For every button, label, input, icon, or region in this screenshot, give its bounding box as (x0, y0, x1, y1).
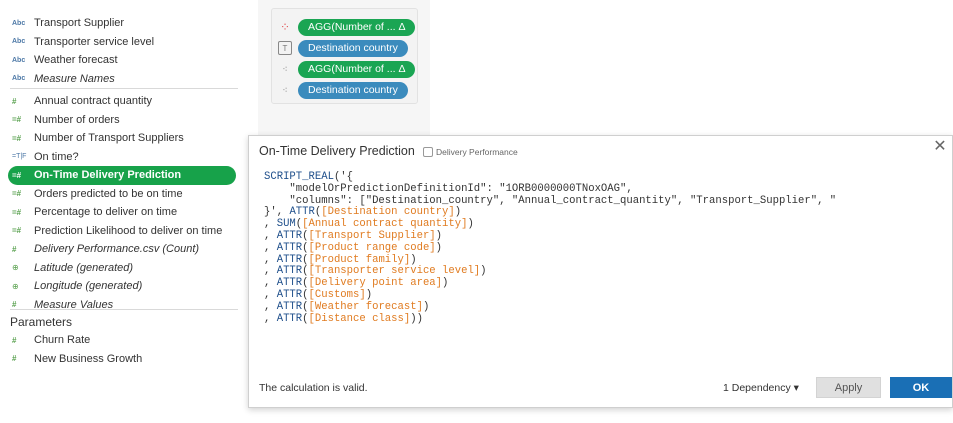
field-on-time[interactable]: =T|F On time? (10, 148, 246, 167)
apply-button[interactable]: Apply (816, 377, 881, 398)
field-longitude-generated[interactable]: ⊕ Longitude (generated) (10, 277, 246, 296)
string-type-icon: Abc (12, 56, 26, 64)
divider (10, 88, 238, 89)
ok-button[interactable]: OK (890, 377, 952, 398)
detail-icon[interactable]: ⁖ (278, 62, 292, 76)
mark-row-color: ⁘ AGG(Number of ... Δ (278, 18, 416, 36)
mark-pill-destination-country[interactable]: Destination country (298, 39, 408, 57)
calculated-number-icon: =# (12, 207, 22, 217)
field-measure-values[interactable]: # Measure Values (10, 296, 246, 315)
calculated-number-icon: =# (12, 115, 22, 125)
divider (10, 309, 238, 310)
text-icon[interactable]: T (278, 41, 292, 55)
database-icon (423, 147, 433, 157)
mark-pill-destination-country[interactable]: Destination country (298, 81, 408, 99)
data-source-label: Delivery Performance (423, 147, 518, 157)
field-annual-contract-quantity[interactable]: # Annual contract quantity (10, 92, 246, 111)
marks-card: ⁘ AGG(Number of ... Δ T Destination coun… (271, 8, 418, 104)
calculated-number-icon: =# (12, 226, 22, 236)
number-type-icon: # (12, 244, 17, 254)
calculated-number-icon: =# (12, 170, 22, 180)
field-percentage-to-deliver-on-time[interactable]: =# Percentage to deliver on time (10, 203, 246, 222)
code-line: , ATTR([Distance class])) (264, 312, 423, 325)
mark-pill-agg-number[interactable]: AGG(Number of ... Δ (298, 60, 416, 78)
mark-row-detail: ⁖ Destination country (278, 81, 408, 99)
globe-icon: ⊕ (12, 281, 19, 291)
field-measure-names[interactable]: Abc Measure Names (10, 70, 246, 89)
number-type-icon: # (12, 300, 17, 310)
mark-row-text: T Destination country (278, 39, 408, 57)
field-number-of-transport-suppliers[interactable]: =# Number of Transport Suppliers (10, 129, 246, 148)
string-type-icon: Abc (12, 75, 26, 83)
dialog-title: On-Time Delivery Prediction (259, 144, 415, 158)
code-line: "modelOrPredictionDefinitionId": "1ORB00… (264, 182, 633, 195)
mark-pill-agg-number[interactable]: AGG(Number of ... Δ (298, 18, 416, 36)
parameter-churn-rate[interactable]: # Churn Rate (10, 331, 246, 350)
close-icon[interactable]: ✕ (932, 139, 948, 156)
string-type-icon: Abc (12, 19, 26, 27)
validation-status: The calculation is valid. (259, 382, 368, 394)
parameters-header: Parameters (10, 315, 73, 329)
field-number-of-orders[interactable]: =# Number of orders (10, 111, 246, 130)
formula-editor[interactable]: SCRIPT_REAL('{ "modelOrPredictionDefinit… (264, 171, 952, 325)
field-on-time-delivery-prediction[interactable]: =# On-Time Delivery Prediction (8, 166, 236, 185)
field-orders-predicted-on-time[interactable]: =# Orders predicted to be on time (10, 185, 246, 204)
color-icon[interactable]: ⁘ (278, 20, 292, 34)
calculation-dialog: On-Time Delivery Prediction Delivery Per… (248, 135, 953, 408)
field-delivery-performance-count[interactable]: # Delivery Performance.csv (Count) (10, 240, 246, 259)
globe-icon: ⊕ (12, 263, 19, 273)
field-list: Abc Transport Supplier Abc Transporter ser… (8, 14, 246, 315)
field-prediction-likelihood[interactable]: =# Prediction Likelihood to deliver on ti… (10, 222, 246, 241)
number-type-icon: # (12, 335, 17, 345)
mark-row-detail: ⁖ AGG(Number of ... Δ (278, 60, 416, 78)
field-transport-supplier[interactable]: Abc Transport Supplier (10, 14, 246, 33)
field-latitude-generated[interactable]: ⊕ Latitude (generated) (10, 259, 246, 278)
calculated-number-icon: =# (12, 133, 22, 143)
detail-icon[interactable]: ⁖ (278, 83, 292, 97)
boolean-type-icon: =T|F (12, 153, 27, 161)
field-transporter-service-level[interactable]: Abc Transporter service level (10, 33, 246, 52)
parameter-new-business-growth[interactable]: # New Business Growth (10, 350, 246, 369)
field-weather-forecast[interactable]: Abc Weather forecast (10, 51, 246, 70)
number-type-icon: # (12, 354, 17, 364)
number-type-icon: # (12, 96, 17, 106)
calculated-number-icon: =# (12, 189, 22, 199)
parameter-list: # Churn Rate # New Business Growth (10, 331, 246, 368)
string-type-icon: Abc (12, 38, 26, 46)
dependency-dropdown[interactable]: 1 Dependency ▾ (723, 382, 799, 394)
data-pane: Abc Transport Supplier Abc Transporter ser… (0, 0, 246, 423)
